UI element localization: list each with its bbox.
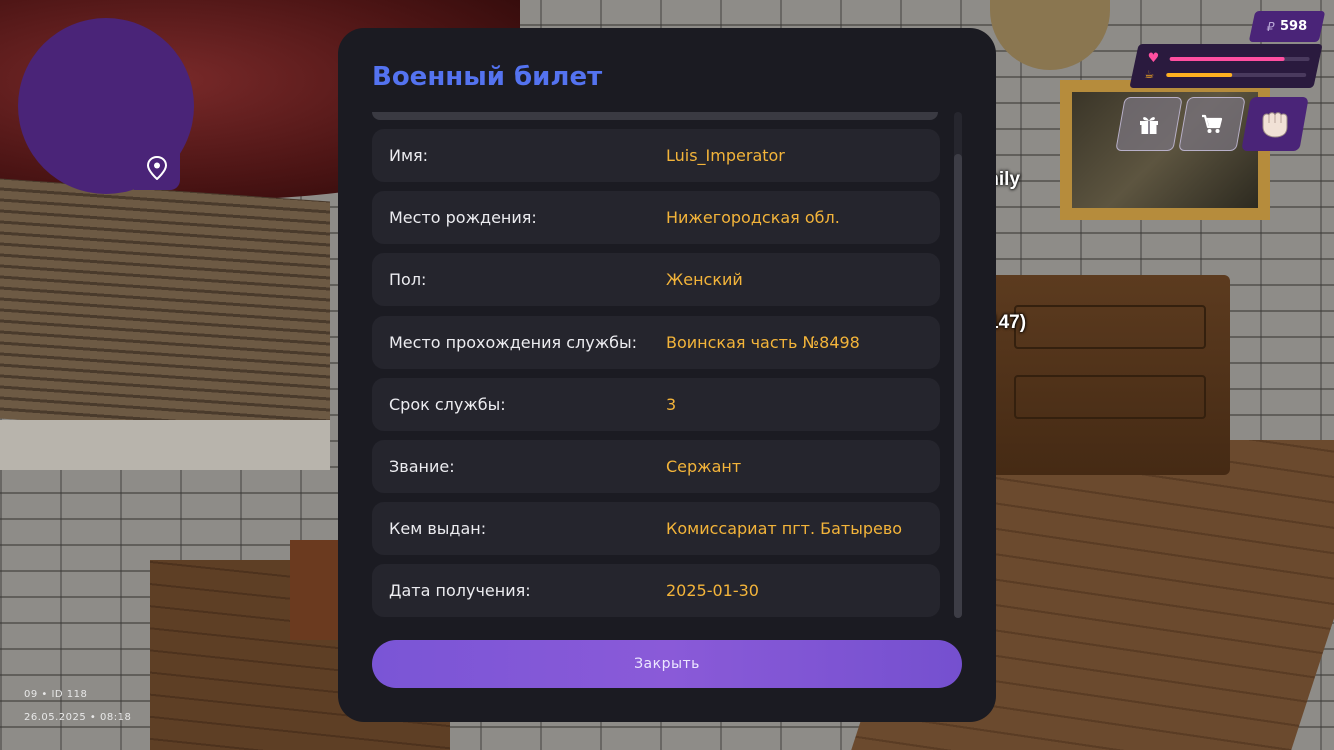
money-value: 598 xyxy=(1280,19,1308,34)
datetime-label: 26.05.2025 • 08:18 xyxy=(24,712,132,723)
details-list[interactable]: Имя: Luis_Imperator Место рождения: Ниже… xyxy=(372,112,942,634)
location-pin-icon[interactable] xyxy=(147,156,167,180)
field-value: 2025-01-30 xyxy=(666,581,759,600)
window-blinds xyxy=(0,178,330,442)
shop-button[interactable] xyxy=(1178,97,1246,151)
close-button[interactable]: Закрыть xyxy=(372,640,962,688)
list-item: Звание: Сержант xyxy=(372,440,940,493)
field-label: Дата получения: xyxy=(389,581,531,600)
field-label: Место рождения: xyxy=(389,208,537,227)
health-stat: ♥ xyxy=(1148,51,1310,66)
field-label: Имя: xyxy=(389,146,429,165)
scrollbar[interactable] xyxy=(954,112,962,618)
list-item: Пол: Женский xyxy=(372,253,940,306)
list-item-partial xyxy=(372,112,938,120)
field-label: Кем выдан: xyxy=(389,519,487,538)
money-badge: ₽ 598 xyxy=(1248,11,1326,42)
dialog-title: Военный билет xyxy=(372,62,603,92)
hunger-stat: ☕ xyxy=(1144,68,1307,81)
field-label: Звание: xyxy=(389,457,455,476)
field-value: Нижегородская обл. xyxy=(666,208,840,227)
field-value: Комиссариат пгт. Батырево xyxy=(666,519,903,538)
list-item: Место рождения: Нижегородская обл. xyxy=(372,191,940,244)
fist-weapon-button[interactable] xyxy=(1241,97,1309,151)
field-value: Сержант xyxy=(666,457,742,476)
heart-icon: ♥ xyxy=(1147,51,1160,66)
shopping-cart-icon xyxy=(1202,114,1223,133)
player-id-label: 09 • ID 118 xyxy=(24,689,88,700)
gift-button[interactable] xyxy=(1115,97,1183,151)
field-label: Пол: xyxy=(389,270,427,289)
hunger-bar-fill xyxy=(1166,72,1232,77)
ruble-icon: ₽ xyxy=(1266,19,1275,34)
field-value: Женский xyxy=(666,270,743,289)
scrollbar-thumb[interactable] xyxy=(954,154,962,618)
cup-icon: ☕ xyxy=(1144,68,1155,81)
field-label: Срок службы: xyxy=(389,395,506,414)
stats-panel: ♥ ☕ xyxy=(1129,44,1323,88)
list-item: Срок службы: 3 xyxy=(372,378,940,431)
hunger-bar xyxy=(1166,72,1307,77)
window-sill xyxy=(0,420,330,470)
gift-icon xyxy=(1140,117,1158,134)
field-value: Luis_Imperator xyxy=(666,146,785,165)
field-value: 3 xyxy=(666,395,677,414)
list-item: Имя: Luis_Imperator xyxy=(372,129,940,182)
field-label: Место прохождения службы: xyxy=(389,333,637,352)
list-item: Кем выдан: Комиссариат пгт. Батырево xyxy=(372,502,940,555)
field-value: Воинская часть №8498 xyxy=(666,333,860,352)
list-item: Дата получения: 2025-01-30 xyxy=(372,564,940,617)
health-bar xyxy=(1169,56,1310,61)
fist-icon xyxy=(1262,112,1288,138)
list-item: Место прохождения службы: Воинская часть… xyxy=(372,316,940,369)
military-id-dialog: Военный билет Имя: Luis_Imperator Место … xyxy=(338,28,996,722)
health-bar-fill xyxy=(1169,56,1285,61)
dresser xyxy=(990,275,1230,475)
